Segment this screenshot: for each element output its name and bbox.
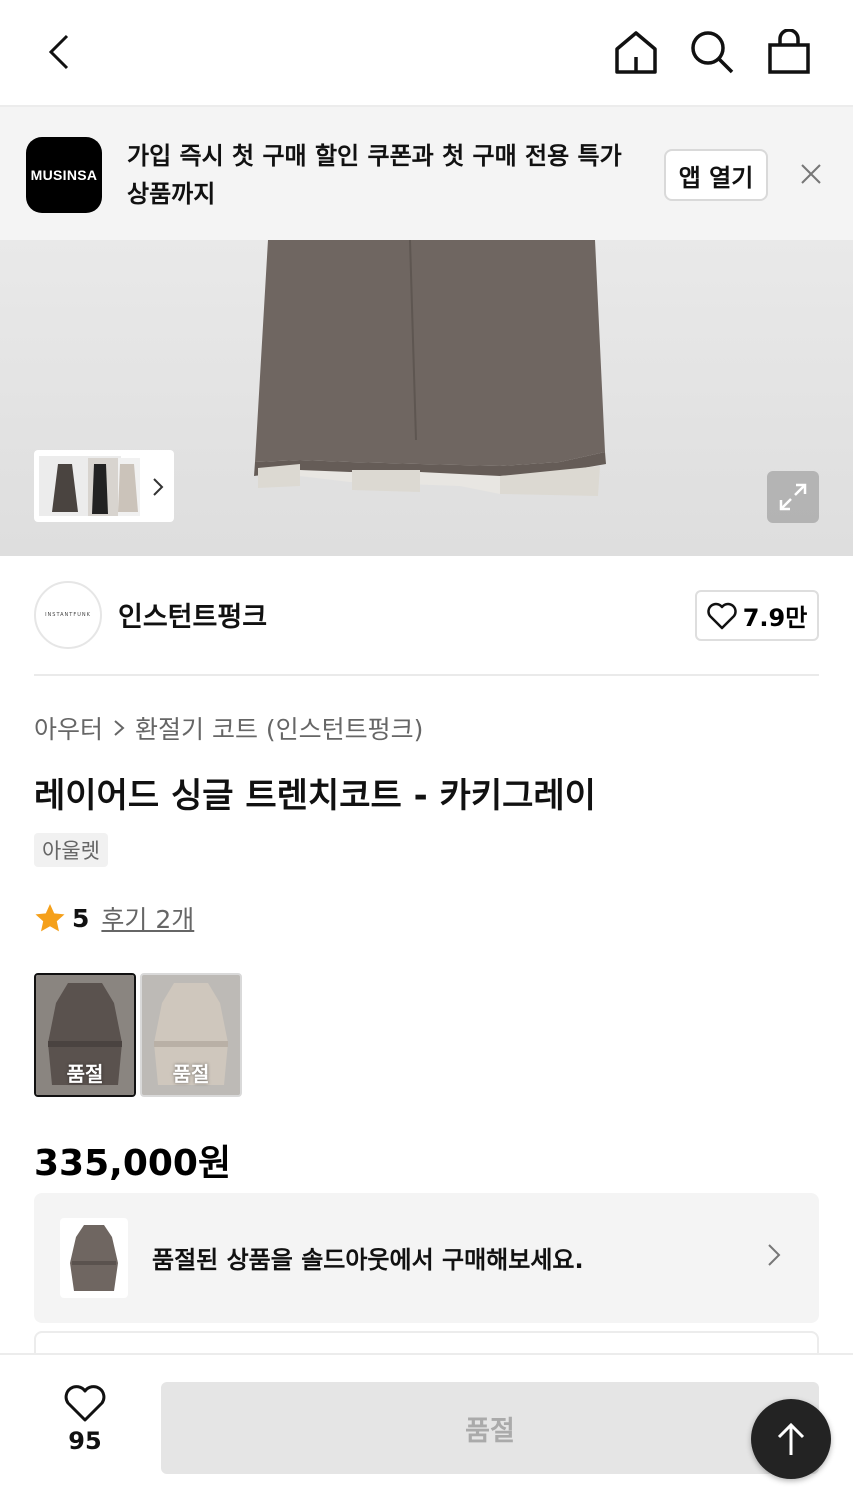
product-title: 레이어드 싱글 트렌치코트 - 카키그레이 — [34, 776, 596, 816]
outlet-tag: 아울렛 — [34, 833, 108, 867]
musinsa-logo: MUSINSA — [26, 137, 102, 213]
breadcrumb-subcategory[interactable]: 환절기 코트 (인스턴트펑크) — [135, 710, 423, 746]
favorite-count: 95 — [68, 1427, 102, 1455]
arrow-up-icon — [777, 1422, 805, 1455]
reviews-link[interactable]: 후기 2개 — [101, 900, 194, 936]
chevron-right-icon — [114, 720, 125, 736]
soldout-message: 품절된 상품을 솔드아웃에서 구매해보세요. — [152, 1246, 584, 1274]
close-icon[interactable] — [792, 155, 830, 193]
breadcrumb-category[interactable]: 아우터 — [34, 710, 103, 746]
divider — [34, 674, 819, 676]
brand-like-button[interactable]: 7.9만 — [695, 590, 819, 641]
soldout-label: 품절 — [66, 1062, 104, 1086]
banner-message: 가입 즉시 첫 구매 할인 쿠폰과 첫 구매 전용 특가 상품까지 — [127, 142, 622, 208]
scroll-to-top-button[interactable] — [751, 1399, 831, 1479]
soldout-card-thumbnail — [60, 1218, 128, 1298]
rating-score: 5 — [72, 903, 90, 933]
chevron-left-icon[interactable] — [30, 22, 90, 82]
star-icon — [35, 904, 65, 932]
shopping-bag-icon[interactable] — [759, 22, 819, 82]
home-icon[interactable] — [606, 22, 666, 82]
brand-like-count: 7.9만 — [742, 604, 808, 632]
breadcrumb: 아우터 환절기 코트 (인스턴트펑크) — [34, 710, 423, 746]
brand-name[interactable]: 인스턴트펑크 — [118, 595, 267, 634]
rating-row: 5 후기 2개 — [34, 900, 194, 936]
heart-icon — [64, 1385, 106, 1422]
open-app-button[interactable]: 앱 열기 — [664, 149, 768, 201]
heart-icon — [706, 602, 737, 629]
color-option-khaki-gray[interactable]: 품절 — [34, 973, 136, 1097]
product-image-gallery[interactable] — [0, 240, 853, 556]
chevron-right-icon[interactable] — [151, 477, 165, 497]
chevron-right-icon — [768, 1244, 781, 1266]
brand-logo[interactable]: INSTANTFUNK — [34, 581, 102, 649]
soldout-label: 품절 — [172, 1062, 210, 1086]
search-icon[interactable] — [682, 22, 742, 82]
thumbnail-strip[interactable] — [34, 450, 174, 522]
favorite-button[interactable]: 95 — [50, 1385, 120, 1455]
app-install-banner: MUSINSA 가입 즉시 첫 구매 할인 쿠폰과 첫 구매 전용 특가 상품까… — [0, 107, 853, 240]
soldout-buy-button[interactable]: 품절 — [161, 1382, 819, 1474]
brand-row: INSTANTFUNK 인스턴트펑크 7.9만 — [34, 581, 819, 649]
soldout-market-card[interactable]: 품절된 상품을 솔드아웃에서 구매해보세요. — [34, 1193, 819, 1323]
bottom-action-bar: 95 품절 — [0, 1353, 853, 1500]
color-option-beige[interactable]: 품절 — [140, 973, 242, 1097]
top-navigation-bar — [0, 0, 853, 107]
expand-icon[interactable] — [767, 471, 819, 523]
product-price: 335,000원 — [34, 1143, 232, 1184]
